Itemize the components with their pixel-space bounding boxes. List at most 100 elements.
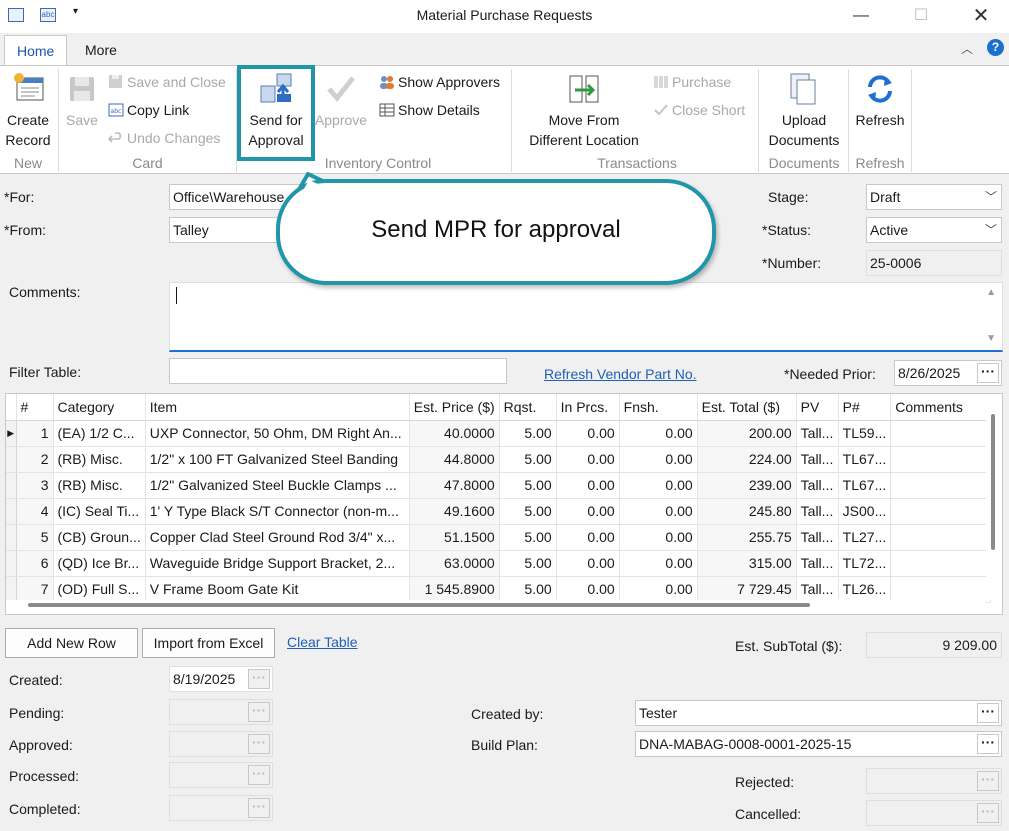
- cell-total[interactable]: 224.00: [697, 446, 797, 473]
- created-by-field[interactable]: Tester ···: [635, 700, 1002, 726]
- collapse-ribbon-icon[interactable]: ︿: [961, 40, 973, 57]
- cell-n[interactable]: 5: [16, 524, 54, 551]
- status-select[interactable]: Active ﹀: [866, 217, 1002, 243]
- show-details-button[interactable]: Show Details: [379, 99, 480, 121]
- upload-documents-button[interactable]: Upload Documents: [762, 72, 846, 150]
- cell-pv[interactable]: Tall...: [796, 420, 839, 447]
- ellipsis-icon[interactable]: ···: [248, 669, 270, 689]
- row-header[interactable]: [6, 524, 17, 551]
- cell-item[interactable]: Copper Clad Steel Ground Rod 3/4" x...: [145, 524, 410, 551]
- cell-item[interactable]: UXP Connector, 50 Ohm, DM Right An...: [145, 420, 410, 447]
- show-approvers-button[interactable]: Show Approvers: [379, 71, 500, 93]
- ellipsis-icon[interactable]: ···: [977, 771, 999, 791]
- cell-price[interactable]: 63.0000: [409, 550, 500, 577]
- column-header[interactable]: PV: [796, 394, 839, 421]
- cell-comments[interactable]: [890, 446, 992, 473]
- cell-inprcs[interactable]: 0.00: [556, 524, 620, 551]
- column-header[interactable]: Category: [53, 394, 146, 421]
- cell-total[interactable]: 7 729.45: [697, 576, 797, 603]
- undo-changes-button[interactable]: Undo Changes: [108, 127, 220, 149]
- created-date-field[interactable]: 8/19/2025 ···: [169, 666, 273, 692]
- cell-fnsh[interactable]: 0.00: [619, 576, 698, 603]
- table-row[interactable]: 3 (RB) Misc. 1/2" Galvanized Steel Buckle …: [6, 472, 992, 499]
- cell-pv[interactable]: Tall...: [796, 550, 839, 577]
- import-excel-button[interactable]: Import from Excel: [142, 628, 275, 658]
- save-and-close-button[interactable]: Save and Close: [108, 71, 226, 93]
- cell-p[interactable]: JS00...: [838, 498, 892, 525]
- table-row[interactable]: 7 (OD) Full S... V Frame Boom Gate Kit 1 54…: [6, 576, 992, 603]
- processed-date-field[interactable]: ···: [169, 762, 273, 788]
- cell-comments[interactable]: [890, 524, 992, 551]
- ellipsis-icon[interactable]: ···: [248, 798, 270, 818]
- current-row-indicator-icon[interactable]: ▶: [6, 420, 17, 447]
- pending-date-field[interactable]: ···: [169, 699, 273, 725]
- column-header[interactable]: P#: [838, 394, 892, 421]
- cell-rqst[interactable]: 5.00: [499, 550, 557, 577]
- completed-date-field[interactable]: ···: [169, 795, 273, 821]
- column-header[interactable]: Comments: [890, 394, 992, 421]
- cell-total[interactable]: 315.00: [697, 550, 797, 577]
- cell-pv[interactable]: Tall...: [796, 472, 839, 499]
- cell-n[interactable]: 1: [16, 420, 54, 447]
- cell-p[interactable]: TL27...: [838, 524, 892, 551]
- column-header[interactable]: In Prcs.: [556, 394, 620, 421]
- cell-item[interactable]: 1/2" x 100 FT Galvanized Steel Banding: [145, 446, 410, 473]
- cell-inprcs[interactable]: 0.00: [556, 550, 620, 577]
- build-plan-field[interactable]: DNA-MABAG-0008-0001-2025-15 ···: [635, 731, 1002, 757]
- cell-fnsh[interactable]: 0.00: [619, 420, 698, 447]
- column-header[interactable]: #: [16, 394, 54, 421]
- scroll-down-icon[interactable]: ▼: [986, 333, 996, 344]
- cell-p[interactable]: TL26...: [838, 576, 892, 603]
- maximize-icon[interactable]: ☐: [898, 4, 944, 30]
- cell-pv[interactable]: Tall...: [796, 524, 839, 551]
- cell-fnsh[interactable]: 0.00: [619, 550, 698, 577]
- help-icon[interactable]: ?: [987, 39, 1004, 56]
- row-header[interactable]: [6, 550, 17, 577]
- cell-n[interactable]: 7: [16, 576, 54, 603]
- ellipsis-icon[interactable]: ···: [977, 363, 999, 383]
- stage-select[interactable]: Draft ﹀: [866, 184, 1002, 210]
- tab-home[interactable]: Home: [4, 35, 68, 66]
- cell-p[interactable]: TL72...: [838, 550, 892, 577]
- cell-rqst[interactable]: 5.00: [499, 446, 557, 473]
- close-icon[interactable]: ✕: [958, 4, 1004, 30]
- ellipsis-icon[interactable]: ···: [248, 702, 270, 722]
- cell-total[interactable]: 245.80: [697, 498, 797, 525]
- cell-n[interactable]: 2: [16, 446, 54, 473]
- clear-table-link[interactable]: Clear Table: [287, 634, 358, 650]
- filter-table-input[interactable]: [169, 358, 507, 384]
- vertical-scroll-thumb[interactable]: [991, 414, 995, 550]
- cell-pv[interactable]: Tall...: [796, 576, 839, 603]
- ellipsis-icon[interactable]: ···: [977, 803, 999, 823]
- cell-cat[interactable]: (CB) Groun...: [53, 524, 146, 551]
- cell-item[interactable]: 1/2" Galvanized Steel Buckle Clamps ...: [145, 472, 410, 499]
- row-header[interactable]: [6, 472, 17, 499]
- row-header[interactable]: [6, 498, 17, 525]
- cell-comments[interactable]: [890, 498, 992, 525]
- cell-pv[interactable]: Tall...: [796, 498, 839, 525]
- create-record-button[interactable]: Create Record: [2, 72, 54, 150]
- cell-p[interactable]: TL67...: [838, 446, 892, 473]
- row-header[interactable]: [6, 446, 17, 473]
- row-header[interactable]: [6, 576, 17, 603]
- approved-date-field[interactable]: ···: [169, 731, 273, 757]
- cell-n[interactable]: 3: [16, 472, 54, 499]
- refresh-vendor-part-link[interactable]: Refresh Vendor Part No.: [544, 366, 697, 382]
- cell-item[interactable]: Waveguide Bridge Support Bracket, 2...: [145, 550, 410, 577]
- table-row[interactable]: ▶ 1 (EA) 1/2 C... UXP Connector, 50 Ohm, DM…: [6, 420, 992, 447]
- cell-comments[interactable]: [890, 472, 992, 499]
- cell-p[interactable]: TL67...: [838, 472, 892, 499]
- cell-inprcs[interactable]: 0.00: [556, 420, 620, 447]
- ellipsis-icon[interactable]: ···: [977, 734, 999, 754]
- needed-prior-field[interactable]: 8/26/2025 ···: [894, 360, 1002, 386]
- minimize-icon[interactable]: —: [838, 4, 884, 30]
- cell-comments[interactable]: [890, 550, 992, 577]
- cell-item[interactable]: V Frame Boom Gate Kit: [145, 576, 410, 603]
- cell-rqst[interactable]: 5.00: [499, 472, 557, 499]
- cell-total[interactable]: 255.75: [697, 524, 797, 551]
- cell-price[interactable]: 1 545.8900: [409, 576, 500, 603]
- column-header[interactable]: Rqst.: [499, 394, 557, 421]
- cell-n[interactable]: 4: [16, 498, 54, 525]
- cell-cat[interactable]: (RB) Misc.: [53, 446, 146, 473]
- ellipsis-icon[interactable]: ···: [248, 734, 270, 754]
